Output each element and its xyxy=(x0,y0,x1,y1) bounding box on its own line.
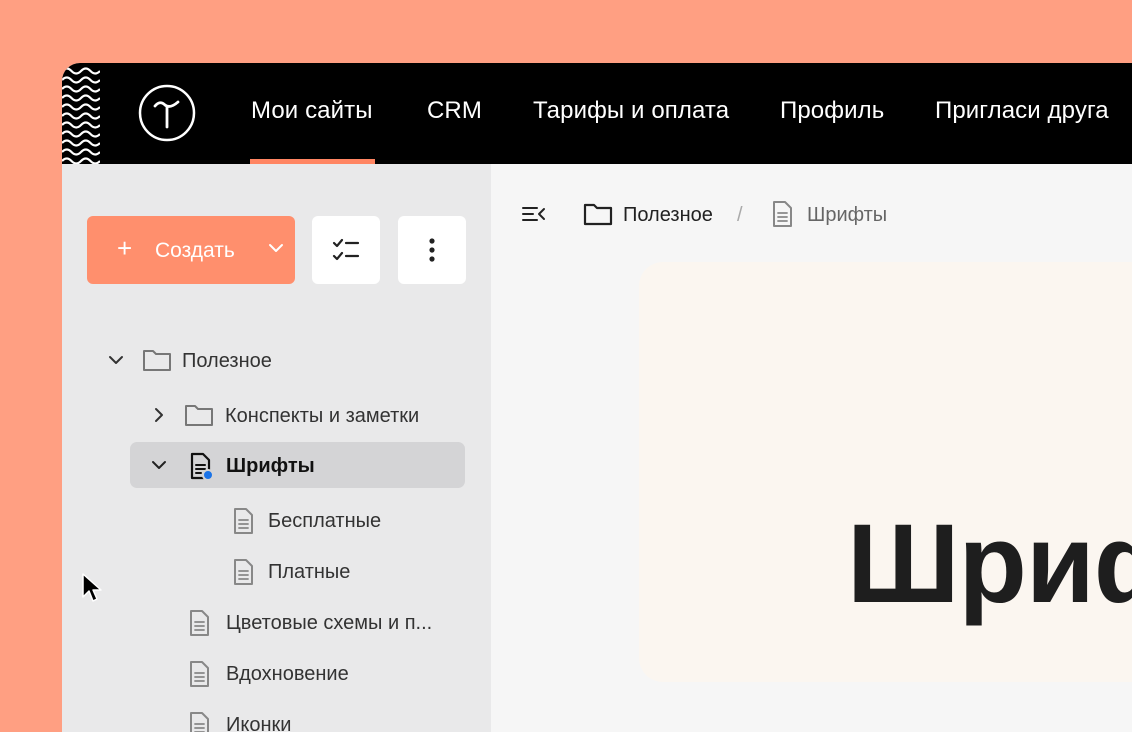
tree-item-label: Вдохновение xyxy=(226,663,349,685)
tree-item-label: Иконки xyxy=(226,714,292,732)
breadcrumb-current-page: Шрифты xyxy=(807,204,888,226)
tree-item-label: Шрифты xyxy=(226,455,315,477)
page-icon xyxy=(234,559,253,585)
chevron-down-icon[interactable] xyxy=(150,456,168,474)
tree-item-notes[interactable]: Конспекты и заметки xyxy=(144,392,474,438)
nav-crm[interactable]: CRM xyxy=(427,97,482,125)
page-icon xyxy=(773,201,792,227)
chevron-right-icon[interactable] xyxy=(150,406,168,424)
chevron-down-icon[interactable] xyxy=(267,241,285,255)
nav-tariffs[interactable]: Тарифы и оплата xyxy=(533,97,729,125)
wave-pattern-decoration xyxy=(62,67,100,164)
chevron-down-icon[interactable] xyxy=(107,351,125,369)
tree-item-label: Полезное xyxy=(182,350,272,372)
tree-item-label: Конспекты и заметки xyxy=(225,405,420,427)
page-edited-icon xyxy=(190,452,214,481)
tree-item-paid[interactable]: Платные xyxy=(222,548,472,594)
tree-item-inspiration[interactable]: Вдохновение xyxy=(180,650,480,696)
page-icon xyxy=(190,712,209,732)
more-options-button[interactable] xyxy=(398,216,466,284)
breadcrumb-folder-link[interactable]: Полезное xyxy=(623,203,713,227)
folder-icon xyxy=(583,203,613,226)
tree-item-fonts[interactable]: Шрифты xyxy=(130,442,465,488)
app-window: Мои сайты CRM Тарифы и оплата Профиль Пр… xyxy=(62,63,1132,732)
tree-item-icons[interactable]: Иконки xyxy=(180,701,480,732)
page-icon xyxy=(234,508,253,534)
page-icon xyxy=(190,610,209,636)
create-button[interactable]: + Создать xyxy=(87,216,295,284)
create-button-label: Создать xyxy=(155,239,235,262)
tilda-logo-icon[interactable] xyxy=(138,84,196,142)
nav-my-sites[interactable]: Мои сайты xyxy=(251,97,373,125)
task-list-button[interactable] xyxy=(312,216,380,284)
collapse-sidebar-icon[interactable] xyxy=(521,202,547,226)
page-icon xyxy=(190,661,209,687)
main-content: Полезное / Шрифты Шриф xyxy=(491,164,1132,732)
checklist-icon xyxy=(332,238,360,261)
tree-item-free[interactable]: Бесплатные xyxy=(222,497,472,543)
sidebar: + Создать Полезное Конспекты и заметки Ш… xyxy=(62,164,491,732)
tree-item-label: Платные xyxy=(268,561,351,583)
page-title[interactable]: Шриф xyxy=(847,504,1132,624)
nav-profile[interactable]: Профиль xyxy=(780,97,884,125)
folder-icon xyxy=(143,350,171,371)
more-vertical-icon xyxy=(429,238,435,262)
top-nav-bar: Мои сайты CRM Тарифы и оплата Профиль Пр… xyxy=(62,63,1132,164)
folder-icon xyxy=(185,405,213,426)
breadcrumb-separator: / xyxy=(737,204,743,226)
tree-item-label: Бесплатные xyxy=(268,510,382,532)
plus-icon: + xyxy=(117,233,133,263)
mouse-pointer-icon xyxy=(82,573,102,602)
tree-item-color-schemes[interactable]: Цветовые схемы и п... xyxy=(180,599,480,645)
tree-item-useful[interactable]: Полезное xyxy=(102,337,462,383)
tree-item-label: Цветовые схемы и п... xyxy=(226,612,433,634)
nav-invite-friend[interactable]: Пригласи друга xyxy=(935,97,1109,125)
